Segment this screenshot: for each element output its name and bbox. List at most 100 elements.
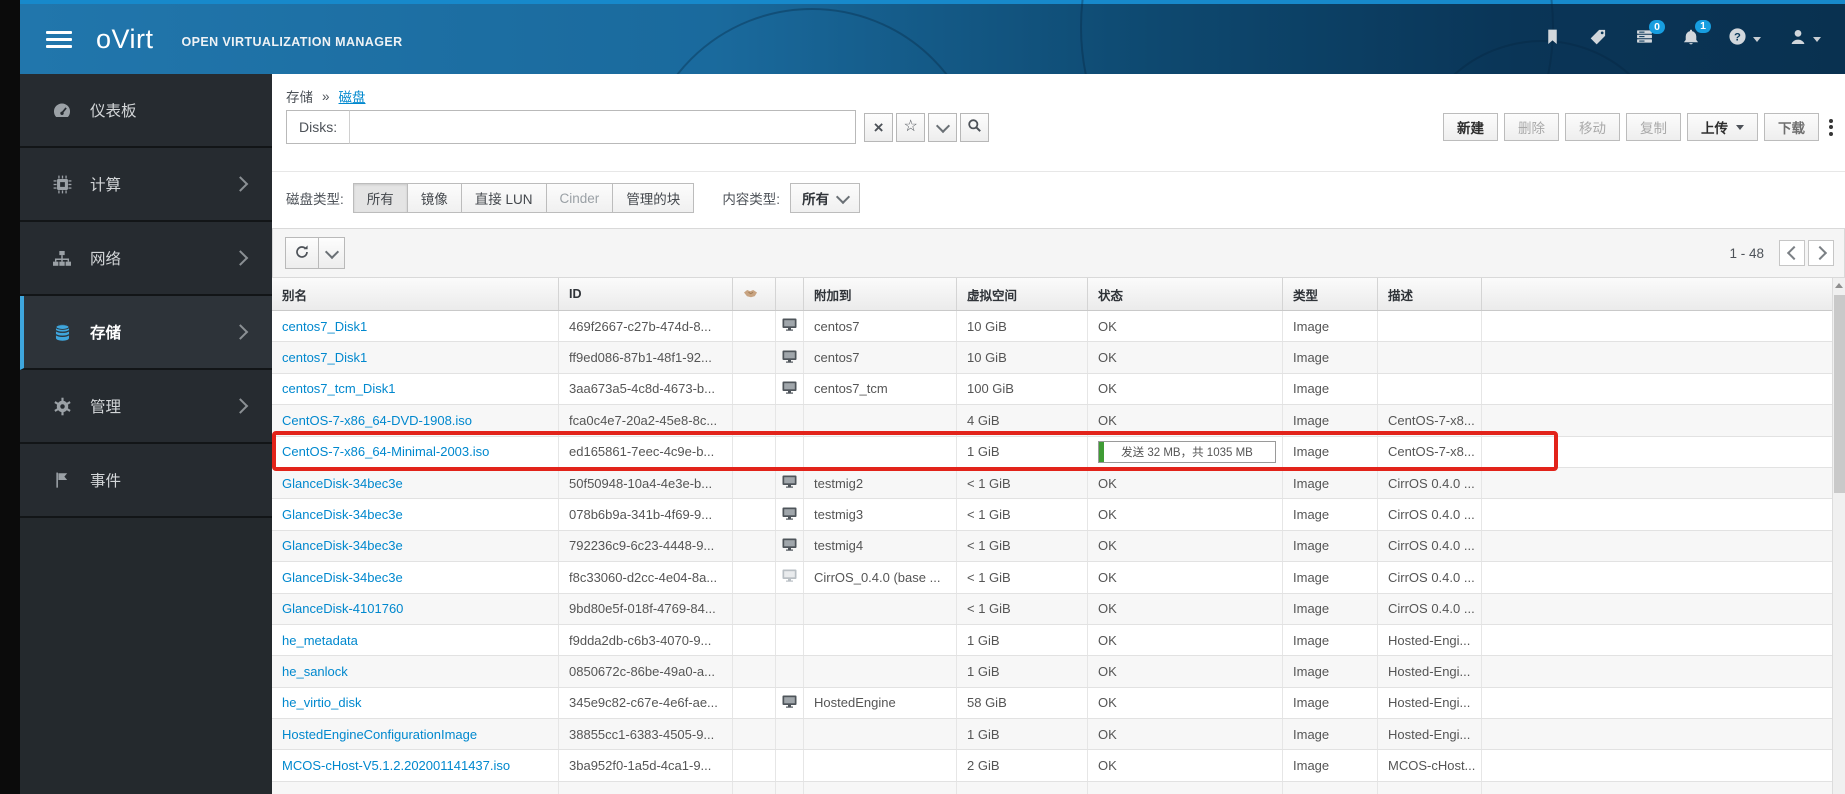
clear-search-button[interactable]: × (864, 112, 894, 142)
column-header-type[interactable]: 类型 (1283, 278, 1378, 310)
bookmark-search-button[interactable]: ☆ (896, 112, 926, 142)
column-header-virtual-size[interactable]: 虚拟空间 (957, 278, 1088, 310)
disk-alias-link[interactable]: he_metadata (282, 633, 358, 648)
new-disk-button[interactable]: 新建 (1443, 113, 1498, 141)
attached-to-cell: centos7_tcm (804, 373, 957, 405)
disk-alias-link[interactable]: GlanceDisk-34bec3e (282, 570, 403, 585)
column-header-attached-icon[interactable] (776, 278, 804, 310)
column-header-alias[interactable]: 别名 (272, 278, 559, 310)
sidebar-item-network[interactable]: 网络 (20, 222, 272, 296)
breadcrumb-section: 存储 (286, 90, 313, 105)
filter-cinder-button[interactable]: Cinder (545, 183, 614, 213)
sidebar-item-label: 存储 (90, 325, 122, 342)
column-header-status[interactable]: 状态 (1088, 278, 1283, 310)
disk-alias-link[interactable]: HostedEngineConfigurationImage (282, 727, 477, 742)
search-input[interactable] (350, 110, 857, 144)
filter-image-button[interactable]: 镜像 (406, 183, 462, 213)
filler-cell (1482, 342, 1832, 372)
id-cell: 38855cc1-6383-4505-9... (559, 719, 733, 750)
disk-alias-link[interactable]: centos7_tcm_Disk1 (282, 381, 395, 396)
disk-alias-link[interactable]: CentOS-7-x86_64-DVD-1908.iso (282, 413, 472, 428)
disk-alias-link[interactable]: centos7_Disk1 (282, 350, 367, 365)
partial-cell (957, 781, 1088, 794)
table-row[interactable]: he_metadata f9dda2db-c6b3-4070-9... 1 GiB O… (272, 624, 1832, 657)
column-header-description[interactable]: 描述 (1378, 278, 1482, 310)
disk-alias-link[interactable]: GlanceDisk-4101760 (282, 601, 403, 616)
sidebar-item-compute[interactable]: 计算 (20, 148, 272, 222)
disk-alias-link[interactable]: centos7_Disk1 (282, 319, 367, 334)
next-page-button[interactable] (1808, 240, 1834, 266)
type-cell: Image (1283, 593, 1378, 624)
star-icon: ☆ (903, 118, 918, 135)
bookmark-button[interactable] (1544, 28, 1561, 50)
table-row[interactable]: GlanceDisk-4101760 9bd80e5f-018f-4769-84.… (272, 593, 1832, 625)
disk-alias-link[interactable]: MCOS-cHost-V5.1.2.202001141437.iso (282, 758, 510, 773)
table-row[interactable]: he_sanlock 0850672c-86be-49a0-a... 1 GiB OK… (272, 656, 1832, 688)
user-menu-button[interactable] (1789, 28, 1821, 51)
table-row[interactable]: centos7_Disk1 469f2667-c27b-474d-8... cent… (272, 311, 1832, 343)
content-type-dropdown[interactable]: 所有 (790, 183, 861, 213)
refresh-button[interactable] (285, 237, 319, 269)
table-row[interactable]: CentOS-7-x86_64-Minimal-2003.iso ed165861… (272, 436, 1832, 468)
attached-icon-cell (776, 499, 804, 530)
disk-alias-link[interactable]: CentOS-7-x86_64-Minimal-2003.iso (282, 444, 489, 459)
previous-page-button[interactable] (1779, 240, 1805, 266)
disk-alias-link[interactable]: GlanceDisk-34bec3e (282, 538, 403, 553)
table-row[interactable]: GlanceDisk-34bec3e f8c33060-d2cc-4e04-8a.… (272, 562, 1832, 594)
delete-disk-button[interactable]: 删除 (1504, 113, 1559, 141)
filter-managed-block-button[interactable]: 管理的块 (612, 183, 695, 213)
disk-alias-link[interactable]: he_sanlock (282, 664, 348, 679)
scrollbar-thumb[interactable] (1834, 295, 1845, 493)
column-header-id[interactable]: ID (559, 278, 733, 310)
saved-search-dropdown-button[interactable] (928, 112, 958, 142)
disk-alias-link[interactable]: GlanceDisk-34bec3e (282, 507, 403, 522)
table-row[interactable]: GlanceDisk-34bec3e 792236c9-6c23-4448-9..… (272, 530, 1832, 563)
vm-monitor-icon (782, 350, 797, 366)
ovirt-logo[interactable]: oVirt (96, 24, 154, 55)
table-row[interactable]: MCOS-cHost-V5.1.2.202001141437.iso 3ba952… (272, 750, 1832, 782)
tags-button[interactable] (1589, 28, 1607, 51)
sidebar-item-events[interactable]: 事件 (20, 444, 272, 518)
help-menu-button[interactable]: ? (1728, 27, 1761, 51)
download-disk-button[interactable]: 下载 (1764, 113, 1819, 141)
filter-direct-lun-button[interactable]: 直接 LUN (460, 183, 547, 213)
table-row[interactable]: he_virtio_disk 345e9c82-c67e-4e6f-ae... Ho… (272, 687, 1832, 720)
notifications-button[interactable]: 1 (1682, 19, 1711, 51)
refresh-rate-dropdown-button[interactable] (318, 237, 345, 269)
upload-disk-button[interactable]: 上传 (1687, 113, 1758, 141)
table-row[interactable]: HostedEngineConfigurationImage 38855cc1-6… (272, 719, 1832, 751)
breadcrumb-disks-link[interactable]: 磁盘 (339, 86, 366, 106)
vertical-scrollbar[interactable] (1832, 278, 1845, 794)
bookmark-icon (1544, 28, 1561, 50)
column-header-attached-to[interactable]: 附加到 (804, 278, 957, 310)
storage-database-icon (50, 323, 74, 342)
column-header-shareable[interactable] (733, 278, 776, 310)
shareable-cell (733, 687, 776, 719)
alerts-count-badge: 1 (1695, 19, 1711, 33)
tasks-count-badge: 0 (1649, 20, 1665, 34)
dashboard-gauge-icon (50, 102, 74, 119)
tasks-button[interactable]: 0 (1635, 20, 1665, 50)
sidebar-item-storage[interactable]: 存储 (20, 296, 272, 370)
progress-fill (1099, 441, 1105, 462)
filter-all-button[interactable]: 所有 (352, 183, 408, 213)
disk-alias-link[interactable]: he_virtio_disk (282, 695, 362, 710)
scrollbar-up-arrow[interactable] (1833, 278, 1845, 292)
attached-to-cell (804, 593, 957, 624)
table-row[interactable]: CentOS-7-x86_64-DVD-1908.iso fca0c4e7-20a… (272, 405, 1832, 437)
table-row[interactable]: centos7_Disk1 ff9ed086-87b1-48f1-92... cen… (272, 342, 1832, 374)
sidebar-item-dashboard[interactable]: 仪表板 (20, 74, 272, 148)
copy-disk-button[interactable]: 复制 (1626, 113, 1681, 141)
table-row[interactable]: GlanceDisk-34bec3e 078b6b9a-341b-4f69-9..… (272, 499, 1832, 531)
search-button[interactable] (960, 112, 990, 142)
menu-toggle-button[interactable] (46, 30, 72, 48)
table-row[interactable]: GlanceDisk-34bec3e 50f50948-10a4-4e3e-b..… (272, 467, 1832, 500)
button-label: 复制 (1640, 121, 1667, 136)
sidebar-item-administration[interactable]: 管理 (20, 370, 272, 444)
table-row[interactable]: centos7_tcm_Disk1 3aa673a5-4c8d-4673-b...… (272, 373, 1832, 406)
disk-alias-link[interactable]: GlanceDisk-34bec3e (282, 476, 403, 491)
attached-to-cell: testmig4 (804, 530, 957, 562)
id-cell: 50f50948-10a4-4e3e-b... (559, 467, 733, 499)
more-actions-kebab-button[interactable] (1825, 118, 1837, 136)
move-disk-button[interactable]: 移动 (1565, 113, 1620, 141)
